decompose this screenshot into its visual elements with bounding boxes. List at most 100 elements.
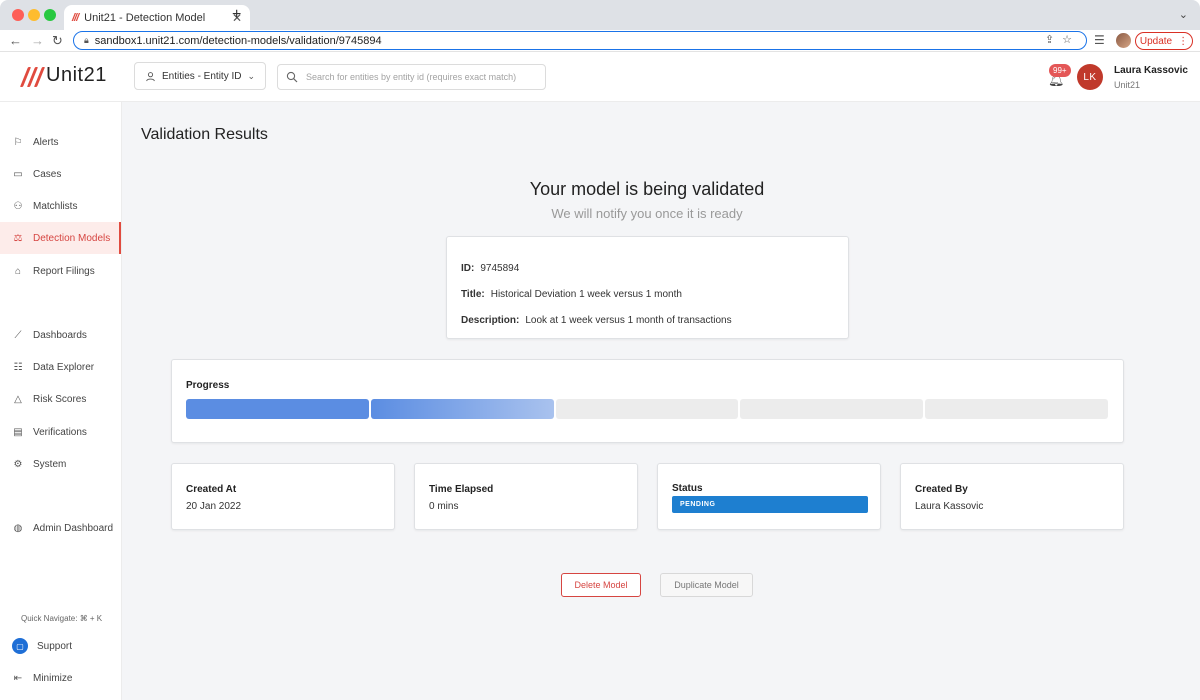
sidebar-item-alerts[interactable]: ⚐ Alerts [0, 126, 121, 158]
sidebar-item-label: Detection Models [33, 232, 111, 244]
briefcase-icon: ▭ [13, 168, 23, 180]
sidebar-item-label: Matchlists [33, 200, 78, 212]
model-title-label: Title: [461, 288, 485, 300]
sidebar-item-dashboards[interactable]: ⟋ Dashboards [0, 319, 121, 351]
sidebar-item-detection-models[interactable]: ⚖ Detection Models [0, 222, 121, 254]
progress-card: Progress [171, 359, 1124, 443]
back-arrow-icon[interactable]: ← [9, 33, 22, 48]
scale-icon: ⚖ [13, 232, 23, 244]
gear-icon: ⚙ [13, 458, 23, 470]
close-window-button[interactable] [12, 9, 24, 21]
tab-title: Unit21 - Detection Model [84, 11, 206, 24]
profile-avatar-icon[interactable] [1116, 33, 1131, 48]
main-content: Validation Results Your model is being v… [122, 102, 1200, 700]
entity-search[interactable] [277, 64, 546, 90]
address-bar[interactable]: 🔒︎ sandbox1.unit21.com/detection-models/… [73, 31, 1087, 50]
user-avatar[interactable]: LK [1077, 64, 1103, 90]
quick-navigate-hint: Quick Navigate: ⌘ + K [21, 614, 103, 623]
unit21-logo[interactable]: Unit21 [19, 64, 107, 87]
url-text: sandbox1.unit21.com/detection-models/val… [94, 34, 382, 47]
user-name[interactable]: Laura Kassovic [1114, 65, 1188, 76]
sidebar-nav: ⚐ Alerts ▭ Cases ⚇ Matchlists ⚖ Detectio… [0, 102, 122, 700]
sidebar-item-system[interactable]: ⚙ System [0, 448, 121, 480]
time-elapsed-value: 0 mins [429, 501, 459, 512]
sidebar-item-matchlists[interactable]: ⚇ Matchlists [0, 190, 121, 222]
sidebar-item-label: Report Filings [33, 265, 95, 277]
reading-list-icon[interactable]: ☰ [1094, 33, 1105, 47]
sidebar-item-verifications[interactable]: ▤ Verifications [0, 416, 121, 448]
forward-arrow-icon[interactable]: → [31, 33, 44, 48]
user-org: Unit21 [1114, 80, 1141, 90]
tab-search-chevron-icon[interactable]: ⌄ [1179, 8, 1188, 21]
created-at-card: Created At 20 Jan 2022 [171, 463, 395, 530]
sidebar-item-report-filings[interactable]: ⌂ Report Filings [0, 255, 121, 287]
status-badge: PENDING [672, 496, 868, 513]
browser-tab-bar: /// Unit21 - Detection Model ✕ + ⌄ [0, 0, 1200, 30]
lock-icon: 🔒︎ [84, 35, 89, 45]
model-description-label: Description: [461, 314, 520, 326]
status-label: Status [672, 483, 703, 494]
sidebar-item-label: Admin Dashboard [33, 522, 114, 534]
progress-segment [555, 399, 739, 419]
page-title: Validation Results [141, 126, 268, 143]
created-at-label: Created At [186, 484, 237, 495]
progress-bar [186, 399, 1108, 419]
more-vertical-icon: ⋮ [1178, 35, 1189, 47]
entity-search-input[interactable] [306, 72, 536, 82]
unit21-logo-mark-icon [19, 65, 46, 87]
update-button[interactable]: Update ⋮ [1135, 32, 1193, 50]
model-description-value: Look at 1 week versus 1 month of transac… [525, 314, 732, 326]
update-label: Update [1139, 35, 1173, 47]
chevron-down-icon: ⌄ [247, 70, 255, 81]
sidebar-item-label: Dashboards [33, 329, 87, 341]
sidebar-item-label: Risk Scores [33, 393, 87, 405]
minimize-window-button[interactable] [28, 9, 40, 21]
support-label: Support [37, 640, 73, 652]
entity-type-select[interactable]: Entities - Entity ID ⌄ [134, 62, 266, 90]
collapse-arrow-icon: ⇤ [13, 672, 23, 684]
new-tab-icon[interactable]: + [232, 6, 241, 24]
sidebar-item-label: Data Explorer [33, 361, 95, 373]
sidebar-item-cases[interactable]: ▭ Cases [0, 158, 121, 190]
minimize-label: Minimize [33, 672, 73, 684]
notification-count-badge: 99+ [1049, 64, 1071, 77]
progress-segment [740, 399, 924, 419]
minimize-sidebar-button[interactable]: ⇤ Minimize [0, 662, 121, 694]
duplicate-model-button[interactable]: Duplicate Model [660, 573, 753, 597]
model-id-row: ID: 9745894 [461, 255, 834, 281]
sidebar-item-label: Cases [33, 168, 62, 180]
status-card: Status PENDING [657, 463, 881, 530]
support-button[interactable]: ▢ Support [0, 630, 121, 662]
sidebar-item-data-explorer[interactable]: ☷ Data Explorer [0, 351, 121, 383]
model-id-value: 9745894 [480, 262, 520, 274]
model-title-row: Title: Historical Deviation 1 week versu… [461, 281, 834, 307]
progress-segment [186, 399, 369, 419]
share-icon[interactable]: ⇪ [1045, 34, 1062, 46]
model-description-row: Description: Look at 1 week versus 1 mon… [461, 307, 834, 333]
globe-icon: ◍ [13, 522, 23, 534]
search-list-icon: ☷ [13, 361, 23, 373]
chart-line-icon: ⟋ [14, 329, 22, 341]
reload-icon[interactable]: ↻ [52, 33, 63, 49]
time-elapsed-label: Time Elapsed [429, 484, 494, 495]
created-by-card: Created By Laura Kassovic [900, 463, 1124, 530]
unit21-favicon-icon: /// [72, 11, 79, 24]
validation-heading: Your model is being validated [529, 179, 765, 199]
progress-segment [925, 399, 1108, 419]
entity-select-label: Entities - Entity ID [162, 70, 242, 82]
app-header: Unit21 Entities - Entity ID ⌄ 🔔︎ 99+ LK … [0, 52, 1200, 102]
user-plus-icon: ⚇ [13, 200, 23, 212]
support-chat-icon: ▢ [12, 638, 28, 654]
bookmark-star-icon[interactable]: ☆ [1062, 34, 1080, 46]
sidebar-item-admin-dashboard[interactable]: ◍ Admin Dashboard [0, 512, 121, 544]
time-elapsed-card: Time Elapsed 0 mins [414, 463, 638, 530]
person-icon [146, 71, 155, 81]
model-info-card: ID: 9745894 Title: Historical Deviation … [446, 236, 849, 339]
model-id-label: ID: [461, 262, 475, 274]
delete-model-button[interactable]: Delete Model [561, 573, 641, 597]
browser-tab[interactable]: /// Unit21 - Detection Model ✕ [64, 5, 250, 30]
progress-label: Progress [186, 380, 230, 391]
search-icon [286, 71, 298, 83]
sidebar-item-risk-scores[interactable]: △ Risk Scores [0, 383, 121, 415]
maximize-window-button[interactable] [44, 9, 56, 21]
